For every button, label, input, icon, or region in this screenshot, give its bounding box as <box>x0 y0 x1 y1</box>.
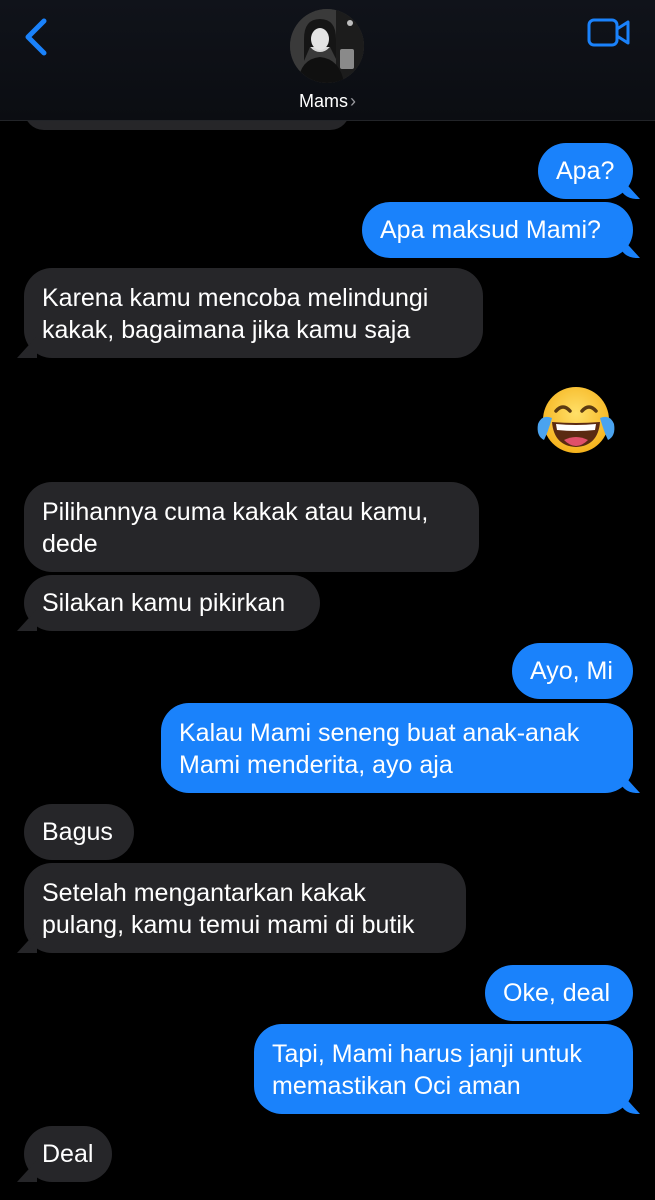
chevron-left-icon <box>25 18 47 56</box>
incoming-message[interactable]: Pilihannya cuma kakak atau kamu, dede <box>24 482 479 572</box>
message-text-line: dede <box>42 530 98 558</box>
outgoing-message[interactable]: Apa? <box>538 143 633 199</box>
conversation-header: Mams › <box>0 0 655 121</box>
message-text-line: memastikan Oci aman <box>272 1072 521 1100</box>
message-text-line: Setelah mengantarkan kakak <box>42 879 366 907</box>
incoming-message[interactable]: Silakan kamu pikirkan <box>24 575 320 631</box>
outgoing-message[interactable]: Apa maksud Mami? <box>362 202 633 258</box>
face-with-tears-of-joy-emoji[interactable] <box>536 384 616 460</box>
message-text-line: kakak, bagaimana jika kamu saja <box>42 316 411 344</box>
incoming-message[interactable]: Setelah mengantarkan kakak pulang, kamu … <box>24 863 466 953</box>
incoming-message[interactable]: Bagus <box>24 804 134 860</box>
avatar[interactable] <box>290 9 364 83</box>
message-text: Oke, deal <box>503 979 611 1007</box>
back-button[interactable] <box>18 16 58 60</box>
video-camera-icon <box>587 18 630 47</box>
outgoing-message[interactable]: Oke, deal <box>485 965 633 1021</box>
message-text: Silakan kamu pikirkan <box>42 589 286 617</box>
message-text-line: Tapi, Mami harus janji untuk <box>272 1040 582 1068</box>
message-text: Apa maksud Mami? <box>380 216 601 244</box>
chevron-right-icon: › <box>350 91 356 111</box>
incoming-message[interactable]: Deal <box>24 1126 112 1182</box>
message-text: Ayo, Mi <box>530 657 613 685</box>
outgoing-message[interactable]: Ayo, Mi <box>512 643 633 699</box>
outgoing-message[interactable]: Kalau Mami seneng buat anak-anak Mami me… <box>161 703 633 793</box>
message-text: Apa? <box>556 157 615 185</box>
message-text-line: Kalau Mami seneng buat anak-anak <box>179 719 580 747</box>
messages-screen: Mams › Apa? Apa maksud Mami? Karena kamu … <box>0 0 655 1200</box>
message-text: Bagus <box>42 818 113 846</box>
message-text: Deal <box>42 1140 94 1168</box>
incoming-message[interactable]: Karena kamu mencoba melindungi kakak, ba… <box>24 268 483 358</box>
contact-name-button[interactable]: Mams › <box>0 90 655 112</box>
message-text-line: Karena kamu mencoba melindungi <box>42 284 429 312</box>
contact-photo <box>290 9 364 83</box>
message-text-line: pulang, kamu temui mami di butik <box>42 911 415 939</box>
facetime-video-button[interactable] <box>587 16 631 50</box>
contact-name: Mams <box>299 91 348 111</box>
message-text-line: Pilihannya cuma kakak atau kamu, <box>42 498 429 526</box>
message-text-line: Mami menderita, ayo aja <box>179 751 453 779</box>
outgoing-message[interactable]: Tapi, Mami harus janji untuk memastikan … <box>254 1024 633 1114</box>
